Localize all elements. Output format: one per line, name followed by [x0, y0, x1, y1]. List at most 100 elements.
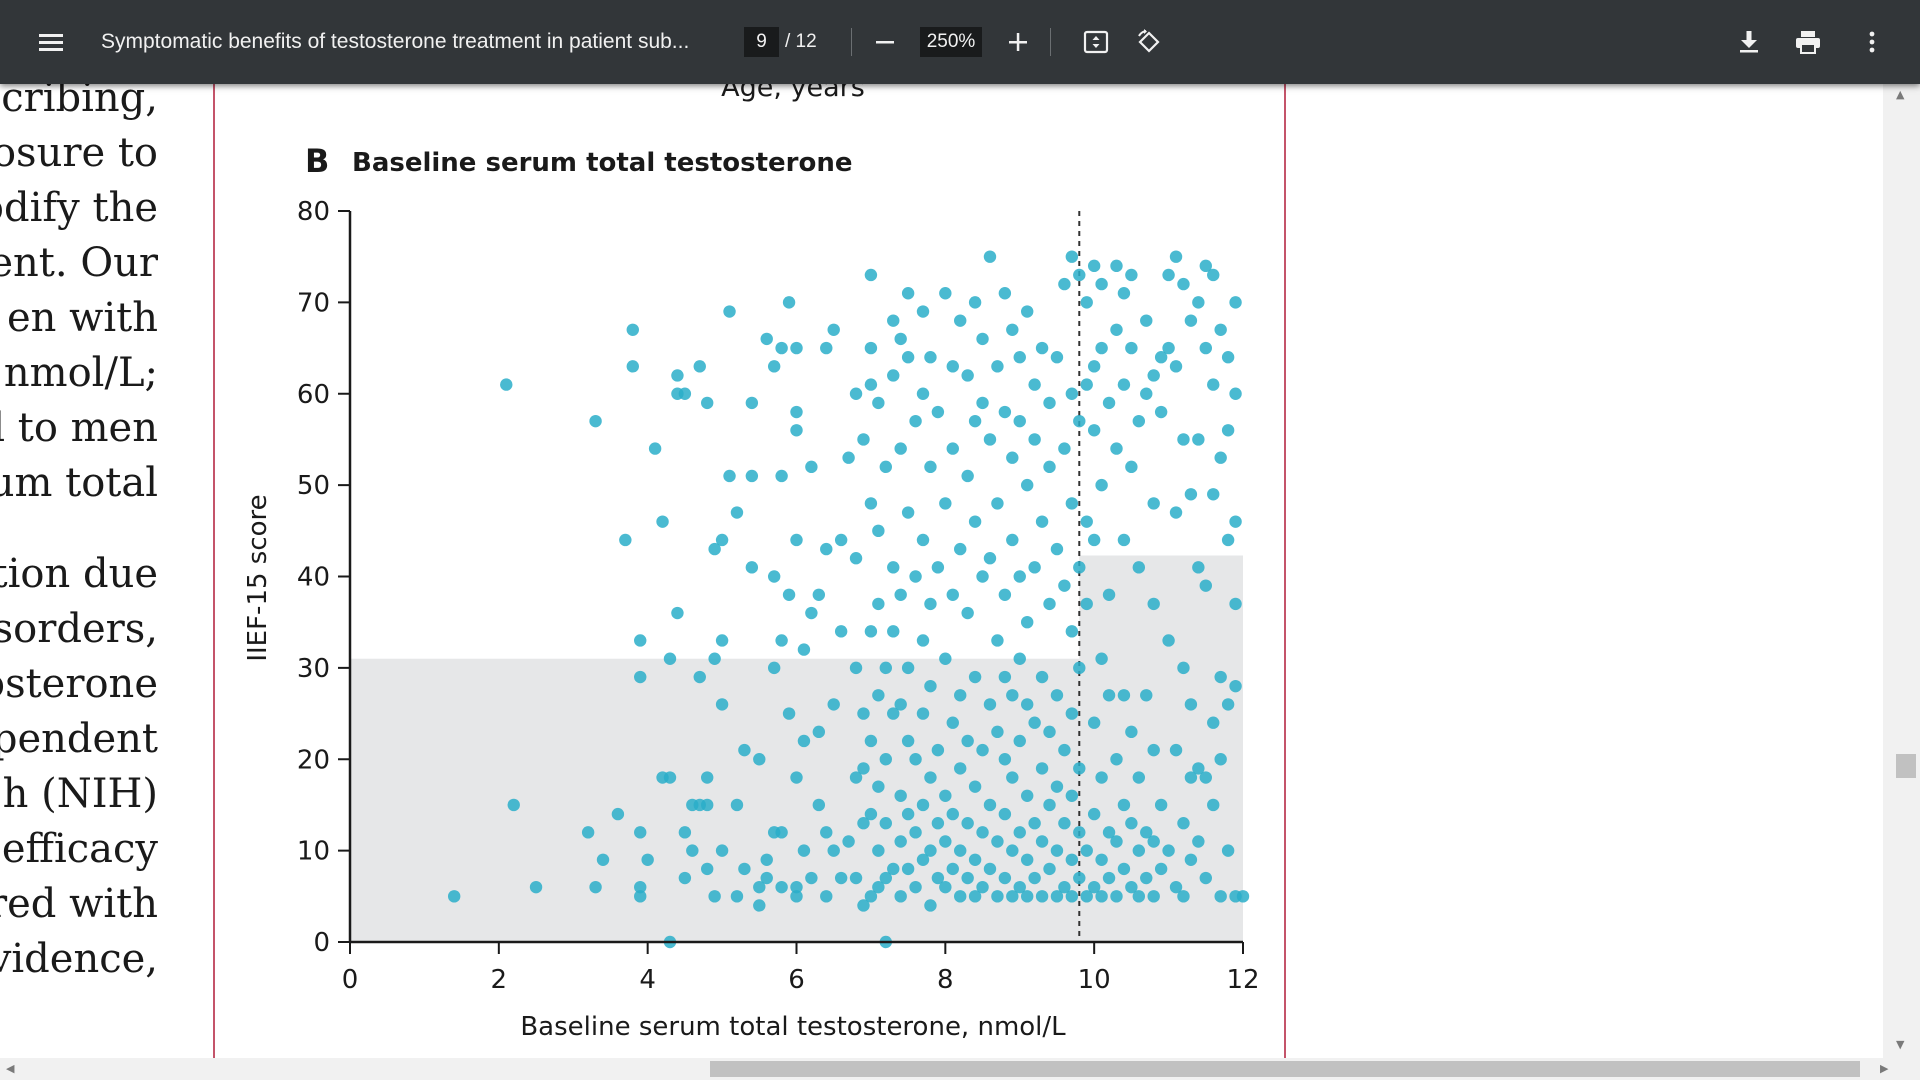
scroll-down-icon[interactable]: ▼: [1896, 1038, 1904, 1051]
data-point: [1020, 615, 1034, 629]
data-point: [1132, 890, 1146, 903]
data-point: [715, 698, 729, 711]
data-point: [1095, 478, 1108, 492]
data-point: [1147, 369, 1160, 382]
data-point: [961, 369, 974, 382]
data-point: [1154, 862, 1168, 876]
y-tick-label: 50: [297, 471, 330, 501]
data-point: [715, 844, 729, 857]
y-tick-label: 80: [297, 197, 330, 227]
data-point: [701, 862, 714, 876]
data-point: [1087, 259, 1101, 273]
data-point: [901, 734, 915, 748]
data-point: [849, 661, 863, 675]
vertical-scrollbar[interactable]: ▲ ▼: [1883, 84, 1920, 1058]
data-point: [1110, 835, 1123, 848]
data-point: [1184, 698, 1198, 711]
print-button[interactable]: [1786, 20, 1830, 64]
data-point: [1013, 351, 1026, 364]
download-button[interactable]: [1727, 20, 1771, 64]
data-point: [641, 853, 654, 866]
body-text-line: osure to: [0, 130, 158, 176]
data-point: [909, 826, 922, 839]
data-point: [1117, 287, 1131, 300]
data-point: [983, 698, 997, 711]
rotate-button[interactable]: [1127, 20, 1171, 64]
data-point: [1162, 341, 1175, 355]
scroll-left-icon[interactable]: ◀: [6, 1062, 14, 1075]
horizontal-scrollbar-thumb[interactable]: [710, 1061, 1860, 1077]
data-point: [500, 378, 513, 391]
data-point: [1035, 890, 1049, 903]
data-point: [864, 268, 878, 282]
data-point: [1065, 707, 1079, 720]
data-point: [1154, 405, 1168, 419]
data-point: [1028, 378, 1041, 391]
data-point: [1035, 341, 1049, 355]
data-point: [1184, 314, 1198, 327]
scroll-right-icon[interactable]: ▶: [1880, 1062, 1888, 1075]
data-point: [1043, 862, 1056, 876]
data-point: [1006, 844, 1019, 857]
data-point: [901, 287, 915, 300]
data-point: [983, 433, 997, 446]
data-point: [968, 780, 982, 793]
body-text-line: h (NIH): [2, 771, 158, 817]
body-text-line: odify the: [0, 185, 158, 231]
data-point: [1013, 826, 1026, 839]
data-point: [901, 351, 915, 364]
data-point: [954, 890, 967, 903]
data-point: [998, 670, 1012, 684]
data-point: [1147, 890, 1160, 903]
data-point: [611, 807, 625, 821]
data-point: [1147, 497, 1160, 510]
data-point: [760, 871, 773, 885]
data-point: [872, 524, 885, 538]
data-point: [946, 807, 959, 821]
data-point: [1102, 689, 1116, 702]
data-point: [1065, 250, 1079, 263]
data-point: [1035, 762, 1049, 775]
data-point: [998, 405, 1012, 419]
data-point: [1154, 798, 1168, 812]
x-tick-label: 8: [937, 965, 954, 995]
data-point: [968, 414, 982, 428]
data-point: [1221, 351, 1235, 364]
data-point: [1065, 853, 1079, 866]
data-point: [976, 826, 989, 839]
menu-button[interactable]: [29, 20, 73, 64]
data-point: [924, 844, 937, 857]
page-number-input[interactable]: 9: [744, 27, 779, 57]
data-point: [939, 789, 952, 802]
data-point: [1199, 579, 1212, 592]
data-point: [1147, 835, 1160, 848]
data-point: [1162, 268, 1175, 282]
data-point: [1006, 451, 1019, 464]
toolbar-divider: [1050, 28, 1051, 56]
zoom-in-button[interactable]: [996, 20, 1040, 64]
x-tick-label: 4: [639, 965, 656, 995]
data-point: [1229, 387, 1242, 400]
vertical-scrollbar-thumb[interactable]: [1896, 754, 1916, 778]
zoom-level-input[interactable]: 250%: [920, 27, 982, 57]
data-point: [1043, 460, 1056, 474]
document-viewport[interactable]: scribing, osure to odify the ent. Our en wit…: [0, 84, 1883, 1058]
data-point: [1006, 689, 1019, 702]
data-point: [894, 698, 907, 711]
data-point: [1140, 387, 1153, 400]
data-point: [998, 807, 1012, 821]
fit-page-button[interactable]: [1074, 20, 1118, 64]
data-point: [954, 762, 967, 775]
data-point: [715, 533, 729, 547]
zoom-out-button[interactable]: [863, 20, 907, 64]
data-point: [634, 634, 647, 647]
data-point: [857, 762, 870, 775]
data-point: [998, 753, 1012, 766]
data-point: [648, 442, 662, 455]
data-point: [1102, 871, 1116, 885]
more-options-button[interactable]: [1850, 20, 1894, 64]
data-point: [797, 643, 811, 656]
scroll-up-icon[interactable]: ▲: [1896, 88, 1904, 101]
data-point: [998, 871, 1012, 885]
data-point: [738, 743, 751, 757]
